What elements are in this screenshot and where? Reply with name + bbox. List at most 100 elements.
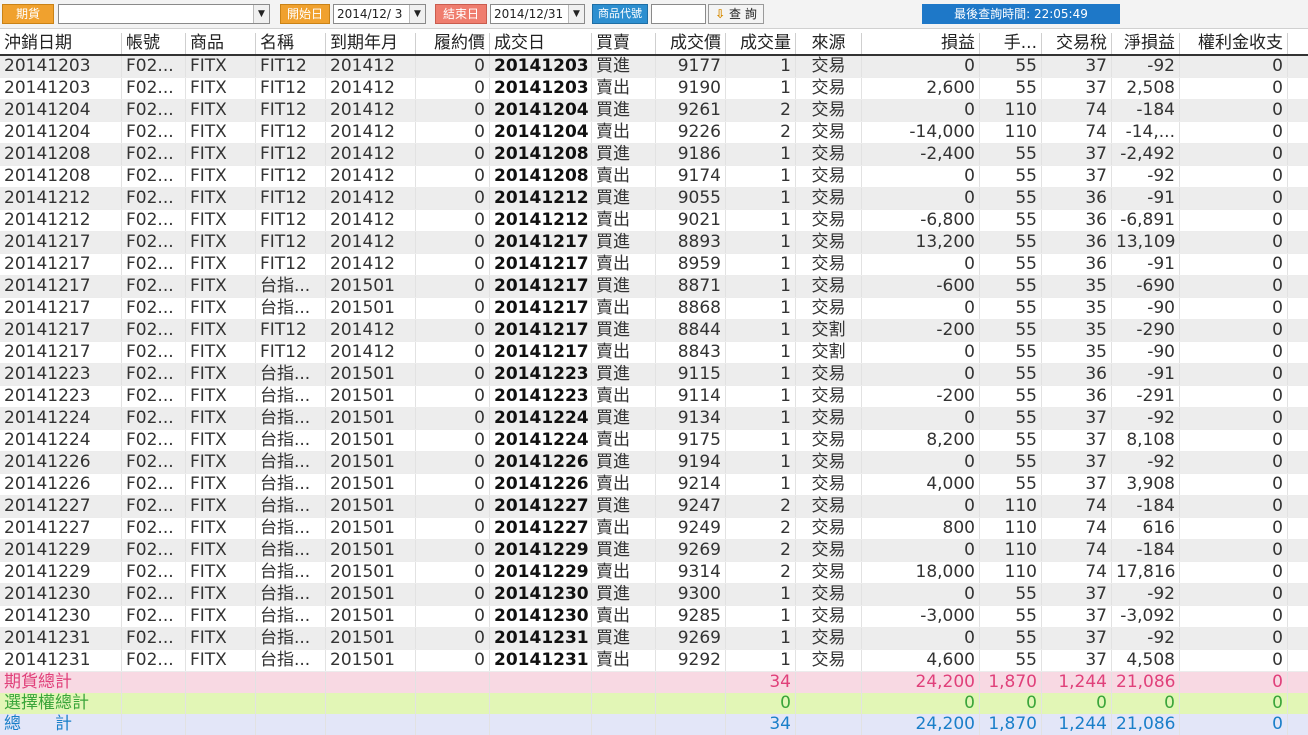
grand-total-row-empty-cell bbox=[796, 714, 862, 735]
cell-account: F02... bbox=[122, 452, 186, 473]
column-header-expiry[interactable]: 到期年月 bbox=[326, 33, 416, 54]
chevron-down-icon[interactable]: ▼ bbox=[409, 5, 425, 23]
table-row[interactable]: 20141208 F02... FITX FIT12 201412 0 20141208 賣出… bbox=[0, 166, 1308, 188]
table-row[interactable]: 20141217 F02... FITX FIT12 201412 0 20141217 買進… bbox=[0, 232, 1308, 254]
cell-expiry: 201501 bbox=[326, 386, 416, 407]
column-header-close-date[interactable]: 沖銷日期 bbox=[0, 33, 122, 54]
cell-side: 賣出 bbox=[592, 254, 656, 275]
cell-premium: 0 bbox=[1180, 584, 1288, 605]
cell-close-date: 20141226 bbox=[0, 474, 122, 495]
cell-expiry: 201412 bbox=[326, 166, 416, 187]
chevron-down-icon[interactable]: ▼ bbox=[253, 5, 269, 23]
table-row[interactable]: 20141227 F02... FITX 台指... 201501 0 20141227 賣出… bbox=[0, 518, 1308, 540]
options-total-row-empty-cell bbox=[592, 693, 656, 714]
column-header-net-pl[interactable]: 淨損益 bbox=[1112, 33, 1180, 54]
cell-net-pl: -91 bbox=[1112, 188, 1180, 209]
cell-expiry: 201412 bbox=[326, 342, 416, 363]
query-button[interactable]: ⇩ 查 詢 bbox=[708, 4, 764, 24]
cell-premium: 0 bbox=[1180, 342, 1288, 363]
cell-fee: 55 bbox=[980, 56, 1042, 77]
column-header-side[interactable]: 買賣 bbox=[592, 33, 656, 54]
chevron-down-icon[interactable]: ▼ bbox=[568, 5, 584, 23]
table-row[interactable]: 20141223 F02... FITX 台指... 201501 0 20141223 買進… bbox=[0, 364, 1308, 386]
cell-side: 賣出 bbox=[592, 298, 656, 319]
cell-source: 交易 bbox=[796, 452, 862, 473]
column-header-source[interactable]: 來源 bbox=[796, 33, 862, 54]
column-header-fee[interactable]: 手... bbox=[980, 33, 1042, 54]
cell-premium: 0 bbox=[1180, 232, 1288, 253]
table-row[interactable]: 20141203 F02... FITX FIT12 201412 0 20141203 賣出… bbox=[0, 78, 1308, 100]
cell-close-date: 20141217 bbox=[0, 342, 122, 363]
cell-product: FITX bbox=[186, 188, 256, 209]
column-header-price[interactable]: 成交價 bbox=[656, 33, 726, 54]
table-row[interactable]: 20141212 F02... FITX FIT12 201412 0 20141212 賣出… bbox=[0, 210, 1308, 232]
product-code-input[interactable] bbox=[651, 4, 706, 24]
column-header-name[interactable]: 名稱 bbox=[256, 33, 326, 54]
column-header-premium[interactable]: 權利金收支 bbox=[1180, 33, 1288, 54]
table-row[interactable]: 20141203 F02... FITX FIT12 201412 0 20141203 買進… bbox=[0, 56, 1308, 78]
table-row[interactable]: 20141208 F02... FITX FIT12 201412 0 20141208 買進… bbox=[0, 144, 1308, 166]
table-row[interactable]: 20141217 F02... FITX FIT12 201412 0 20141217 賣出… bbox=[0, 254, 1308, 276]
table-row[interactable]: 20141223 F02... FITX 台指... 201501 0 20141223 賣出… bbox=[0, 386, 1308, 408]
table-row[interactable]: 20141204 F02... FITX FIT12 201412 0 20141204 買進… bbox=[0, 100, 1308, 122]
cell-price: 8893 bbox=[656, 232, 726, 253]
cell-product: FITX bbox=[186, 78, 256, 99]
column-header-product[interactable]: 商品 bbox=[186, 33, 256, 54]
cell-name: FIT12 bbox=[256, 254, 326, 275]
cell-fee: 55 bbox=[980, 144, 1042, 165]
table-row[interactable]: 20141231 F02... FITX 台指... 201501 0 20141231 賣出… bbox=[0, 650, 1308, 672]
cell-tax: 74 bbox=[1042, 496, 1112, 517]
grand-total-row-empty-cell bbox=[256, 714, 326, 735]
column-header-strike[interactable]: 履約價 bbox=[416, 33, 490, 54]
table-row[interactable]: 20141217 F02... FITX FIT12 201412 0 20141217 賣出… bbox=[0, 342, 1308, 364]
table-row[interactable]: 20141217 F02... FITX 台指... 201501 0 20141217 賣出… bbox=[0, 298, 1308, 320]
cell-trade-date: 20141226 bbox=[490, 474, 592, 495]
table-row[interactable]: 20141231 F02... FITX 台指... 201501 0 20141231 買進… bbox=[0, 628, 1308, 650]
cell-premium: 0 bbox=[1180, 320, 1288, 341]
cell-close-date: 20141229 bbox=[0, 540, 122, 561]
options-total-row-empty-cell bbox=[656, 693, 726, 714]
table-row[interactable]: 20141217 F02... FITX FIT12 201412 0 20141217 買進… bbox=[0, 320, 1308, 342]
cell-fee: 55 bbox=[980, 474, 1042, 495]
end-date-picker[interactable]: 2014/12/31 ▼ bbox=[490, 4, 585, 24]
table-row[interactable]: 20141226 F02... FITX 台指... 201501 0 20141226 買進… bbox=[0, 452, 1308, 474]
cell-name: FIT12 bbox=[256, 232, 326, 253]
table-row[interactable]: 20141226 F02... FITX 台指... 201501 0 20141226 賣出… bbox=[0, 474, 1308, 496]
cell-strike: 0 bbox=[416, 518, 490, 539]
table-row[interactable]: 20141204 F02... FITX FIT12 201412 0 20141204 賣出… bbox=[0, 122, 1308, 144]
table-row[interactable]: 20141229 F02... FITX 台指... 201501 0 20141229 買進… bbox=[0, 540, 1308, 562]
cell-name: FIT12 bbox=[256, 210, 326, 231]
cell-source: 交易 bbox=[796, 188, 862, 209]
column-header-pl[interactable]: 損益 bbox=[862, 33, 980, 54]
cell-expiry: 201412 bbox=[326, 56, 416, 77]
table-row[interactable]: 20141229 F02... FITX 台指... 201501 0 20141229 賣出… bbox=[0, 562, 1308, 584]
market-select[interactable]: ▼ bbox=[58, 4, 270, 24]
cell-source: 交易 bbox=[796, 496, 862, 517]
column-header-trade-date[interactable]: 成交日 bbox=[490, 33, 592, 54]
table-row[interactable]: 20141217 F02... FITX 台指... 201501 0 20141217 買進… bbox=[0, 276, 1308, 298]
table-row[interactable]: 20141224 F02... FITX 台指... 201501 0 20141224 買進… bbox=[0, 408, 1308, 430]
column-header-account[interactable]: 帳號 bbox=[122, 33, 186, 54]
cell-strike: 0 bbox=[416, 56, 490, 77]
cell-price: 8844 bbox=[656, 320, 726, 341]
cell-side: 賣出 bbox=[592, 78, 656, 99]
cell-pl: 0 bbox=[862, 584, 980, 605]
table-row[interactable]: 20141212 F02... FITX FIT12 201412 0 20141212 買進… bbox=[0, 188, 1308, 210]
table-row[interactable]: 20141230 F02... FITX 台指... 201501 0 20141230 買進… bbox=[0, 584, 1308, 606]
futures-total-row-fee: 1,870 bbox=[980, 672, 1042, 693]
column-header-tax[interactable]: 交易稅 bbox=[1042, 33, 1112, 54]
cell-price: 9114 bbox=[656, 386, 726, 407]
table-row[interactable]: 20141224 F02... FITX 台指... 201501 0 20141224 賣出… bbox=[0, 430, 1308, 452]
cell-close-date: 20141223 bbox=[0, 364, 122, 385]
futures-total-row-empty-cell bbox=[796, 672, 862, 693]
column-header-qty[interactable]: 成交量 bbox=[726, 33, 796, 54]
last-query-time: 最後查詢時間: 22:05:49 bbox=[922, 4, 1120, 24]
options-total-row-qty: 0 bbox=[726, 693, 796, 714]
cell-expiry: 201412 bbox=[326, 210, 416, 231]
start-date-picker[interactable]: 2014/12/ 3 ▼ bbox=[333, 4, 426, 24]
table-row[interactable]: 20141227 F02... FITX 台指... 201501 0 20141227 買進… bbox=[0, 496, 1308, 518]
cell-account: F02... bbox=[122, 540, 186, 561]
table-row[interactable]: 20141230 F02... FITX 台指... 201501 0 20141230 賣出… bbox=[0, 606, 1308, 628]
cell-side: 買進 bbox=[592, 144, 656, 165]
cell-price: 9194 bbox=[656, 452, 726, 473]
